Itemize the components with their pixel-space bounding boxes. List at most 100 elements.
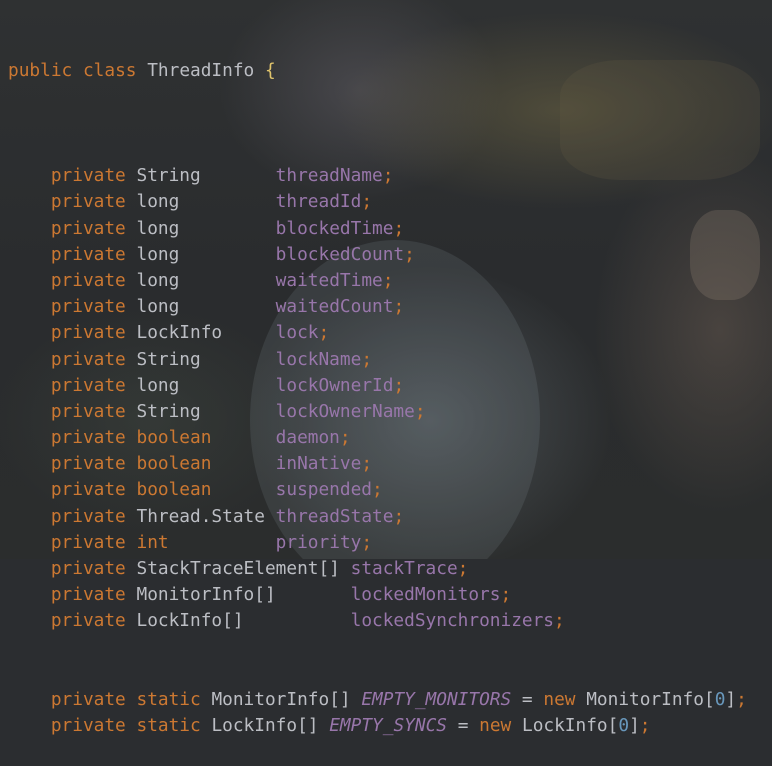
semicolon: ; (393, 217, 405, 239)
field-type: long (136, 374, 180, 396)
keyword-private: private (50, 348, 126, 370)
semicolon: ; (318, 322, 330, 344)
code-editor[interactable]: public class ThreadInfo { private String… (8, 6, 772, 766)
keyword-private: private (50, 688, 126, 710)
field-declaration-line[interactable]: private boolean suspended; (8, 477, 772, 503)
constant-name: EMPTY_MONITORS (361, 688, 512, 710)
keyword-private: private (50, 610, 126, 632)
field-type: long (136, 269, 180, 291)
keyword-private: private (50, 322, 126, 344)
alignment-padding (201, 349, 276, 370)
keyword-private: private (50, 558, 126, 580)
keyword-private: private (50, 427, 126, 449)
field-name: daemon (275, 427, 340, 449)
keyword-private: private (50, 374, 126, 396)
semicolon: ; (554, 610, 565, 632)
field-name: blockedTime (275, 217, 394, 239)
semicolon: ; (639, 715, 651, 737)
field-name: lockName (275, 348, 362, 370)
field-declaration-line[interactable]: private long waitedTime; (8, 268, 772, 294)
semicolon: ; (393, 374, 405, 396)
field-declaration-line[interactable]: private String lockOwnerName; (8, 399, 772, 425)
field-declaration-line[interactable]: private String lockName; (8, 347, 772, 373)
constant-declaration-line[interactable]: private static LockInfo[] EMPTY_SYNCS = … (8, 713, 772, 739)
semicolon: ; (339, 427, 351, 449)
field-declaration-line[interactable]: private StackTraceElement[] stackTrace; (8, 556, 772, 582)
field-name: stackTrace (350, 558, 458, 580)
field-declaration-line[interactable]: private MonitorInfo[] lockedMonitors; (8, 582, 772, 608)
semicolon: ; (382, 269, 394, 291)
field-declaration-line[interactable]: private long blockedCount; (8, 242, 772, 268)
alignment-padding (244, 610, 351, 631)
keyword-private: private (50, 531, 126, 553)
constant-declaration-line[interactable]: private static MonitorInfo[] EMPTY_MONIT… (8, 687, 772, 713)
field-declaration-line[interactable]: private LockInfo[] lockedSynchronizers; (8, 608, 772, 634)
field-type: boolean (136, 427, 212, 449)
array-size-number: 0 (618, 715, 630, 737)
keyword-class: class (82, 60, 137, 82)
field-declaration-line[interactable]: private LockInfo lock; (8, 320, 772, 346)
field-declaration-line[interactable]: private long lockOwnerId; (8, 373, 772, 399)
keyword-private: private (50, 269, 126, 291)
field-type: long (136, 296, 180, 318)
field-name: inNative (275, 453, 362, 475)
alignment-padding (179, 270, 275, 291)
field-declaration-line[interactable]: private String threadName; (8, 163, 772, 189)
field-name: waitedCount (275, 296, 394, 318)
class-declaration-line[interactable]: public class ThreadInfo { (8, 58, 772, 84)
alignment-padding (222, 322, 276, 343)
field-declaration-line[interactable]: private long threadId; (8, 189, 772, 215)
field-type: String (136, 165, 201, 187)
keyword-static: static (136, 688, 201, 710)
alignment-padding (276, 584, 351, 605)
field-type: long (136, 243, 180, 265)
field-type: int (136, 531, 169, 553)
field-declaration-line[interactable]: private long blockedTime; (8, 216, 772, 242)
field-declaration-line[interactable]: private int priority; (8, 530, 772, 556)
alignment-padding (211, 479, 275, 500)
alignment-padding (179, 191, 275, 212)
equals-operator: = (457, 715, 469, 737)
field-name: priority (275, 531, 362, 553)
semicolon: ; (361, 453, 373, 475)
field-type: StackTraceElement[] (136, 558, 340, 580)
keyword-new: new (479, 715, 512, 737)
field-declaration-line[interactable]: private long waitedCount; (8, 294, 772, 320)
field-declaration-line[interactable]: private boolean inNative; (8, 451, 772, 477)
open-bracket: [ (607, 715, 619, 737)
semicolon: ; (736, 688, 747, 710)
keyword-static: static (136, 715, 201, 737)
constant-type: LockInfo[] (211, 715, 319, 737)
field-name: lockOwnerName (275, 400, 415, 422)
field-declaration-line[interactable]: private boolean daemon; (8, 425, 772, 451)
field-name: lockedSynchronizers (350, 610, 555, 632)
open-bracket: [ (703, 688, 715, 710)
field-declaration-line[interactable]: private Thread.State threadState; (8, 504, 772, 530)
alignment-padding (265, 506, 276, 527)
